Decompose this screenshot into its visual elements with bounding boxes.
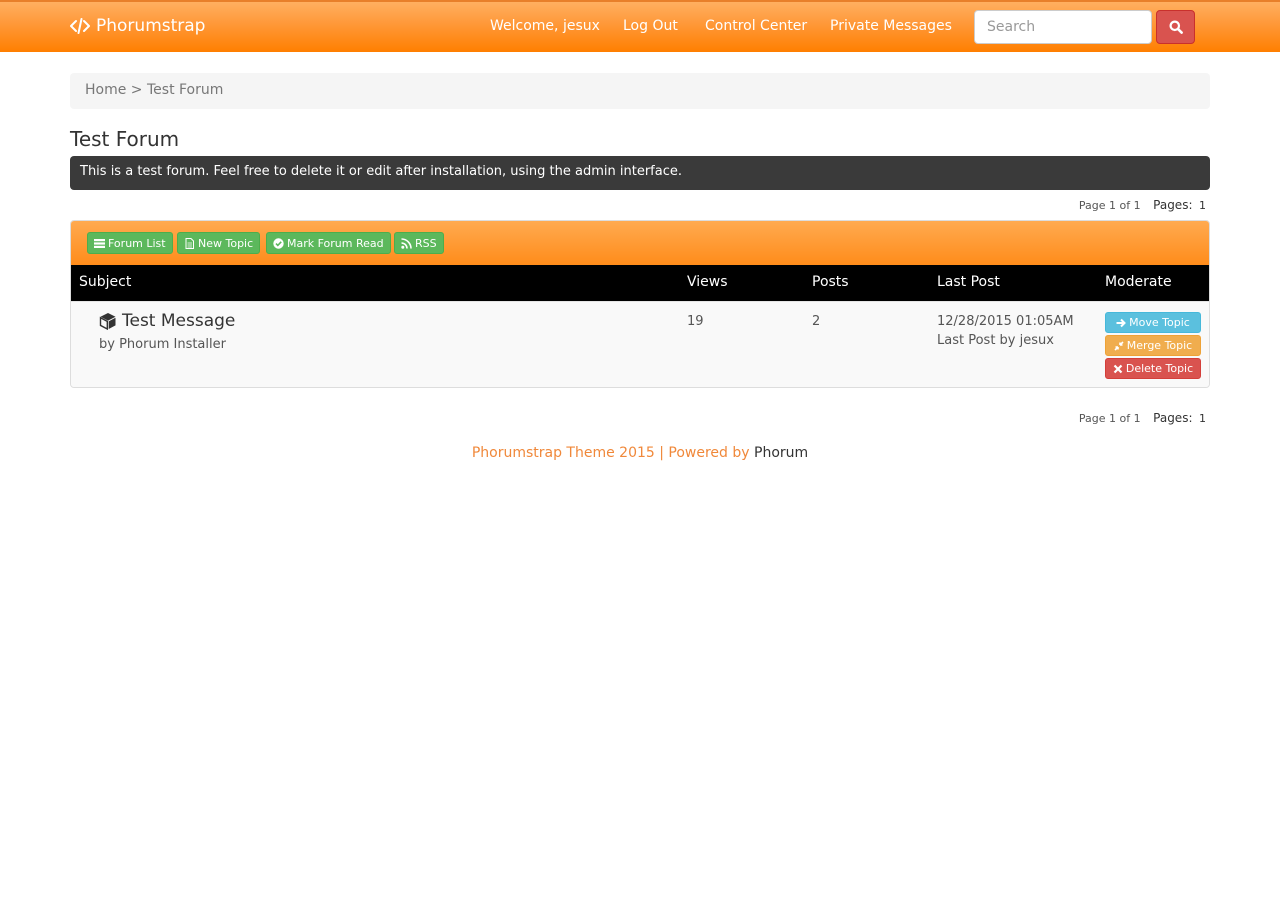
navbar: Phorumstrap Welcome, jesux Log Out Contr…	[0, 0, 1280, 52]
page-info: Page 1 of 1	[1078, 412, 1141, 425]
file-icon	[185, 237, 194, 249]
forum-list-button[interactable]: Forum List	[87, 232, 173, 254]
cube-icon	[99, 313, 116, 330]
mark-forum-read-button[interactable]: Mark Forum Read	[266, 232, 391, 254]
topic-link[interactable]: Test Message	[99, 311, 235, 331]
rss-icon	[401, 237, 412, 249]
brand-link[interactable]: Phorumstrap	[70, 16, 205, 36]
page-info: Page 1 of 1	[1078, 199, 1141, 212]
table-header: Subject Views Posts Last Post Moderate	[71, 265, 1209, 301]
footer: Phorumstrap Theme 2015 | Powered by Phor…	[0, 445, 1280, 461]
pages-label: Pages:	[1153, 198, 1193, 212]
header-views: Views	[687, 274, 728, 290]
phorum-link[interactable]: Phorum	[754, 445, 808, 461]
mark-forum-read-label: Mark Forum Read	[287, 236, 384, 250]
nav-private-messages-link[interactable]: Private Messages	[830, 18, 952, 34]
arrow-right-icon	[1116, 318, 1127, 327]
new-topic-button[interactable]: New Topic	[177, 232, 261, 254]
new-topic-label: New Topic	[198, 236, 254, 250]
nav-logout-link[interactable]: Log Out	[623, 18, 678, 34]
merge-topic-label: Merge Topic	[1126, 339, 1193, 352]
topic-list-panel: Forum List New Topic Mark Forum Read RSS	[70, 220, 1210, 388]
header-last-post: Last Post	[937, 274, 1000, 290]
page-number-link[interactable]: 1	[1199, 199, 1206, 212]
topic-title: Test Message	[122, 311, 236, 331]
merge-topic-button[interactable]: Merge Topic	[1105, 335, 1201, 356]
breadcrumb-separator: >	[126, 82, 147, 98]
topic-last-post-date: 12/28/2015 01:05AM	[937, 314, 1074, 329]
breadcrumb-current-link[interactable]: Test Forum	[147, 82, 223, 98]
topic-views: 19	[687, 314, 704, 329]
list-icon	[94, 238, 105, 248]
rss-button[interactable]: RSS	[394, 232, 444, 254]
nav-welcome-link[interactable]: Welcome, jesux	[490, 18, 600, 34]
compress-icon	[1114, 340, 1124, 351]
pager-top: Page 1 of 1 Pages: 1	[1079, 198, 1206, 212]
page-title: Test Forum	[70, 127, 180, 151]
delete-topic-label: Delete Topic	[1125, 362, 1194, 375]
move-topic-label: Move Topic	[1129, 316, 1190, 329]
brand-name: Phorumstrap	[96, 16, 206, 36]
footer-theme-text: Phorumstrap Theme 2015 | Powered by	[471, 445, 755, 461]
header-posts: Posts	[812, 274, 849, 290]
nav-control-center-link[interactable]: Control Center	[705, 18, 807, 34]
forum-list-label: Forum List	[108, 236, 166, 250]
panel-toolbar: Forum List New Topic Mark Forum Read RSS	[71, 221, 1209, 265]
pages-label: Pages:	[1153, 411, 1193, 425]
move-topic-button[interactable]: Move Topic	[1105, 312, 1201, 333]
topic-last-post-by: Last Post by jesux	[937, 333, 1054, 348]
page-number-link[interactable]: 1	[1199, 412, 1206, 425]
table-row: Test Message by Phorum Installer 19 2 12…	[71, 301, 1209, 387]
header-subject: Subject	[79, 274, 132, 290]
delete-topic-button[interactable]: Delete Topic	[1105, 358, 1201, 379]
breadcrumb-home-link[interactable]: Home	[85, 82, 126, 98]
pager-bottom: Page 1 of 1 Pages: 1	[1079, 411, 1206, 425]
search-input[interactable]	[974, 10, 1152, 44]
header-moderate: Moderate	[1105, 274, 1172, 290]
search-icon	[1169, 20, 1183, 34]
code-icon	[70, 18, 90, 34]
breadcrumb: Home > Test Forum	[70, 73, 1210, 109]
topic-posts: 2	[812, 314, 821, 329]
close-icon	[1113, 364, 1123, 373]
topic-author: by Phorum Installer	[99, 337, 226, 352]
rss-label: RSS	[415, 236, 437, 250]
check-circle-icon	[273, 237, 284, 249]
search-button[interactable]	[1156, 10, 1195, 44]
forum-description: This is a test forum. Feel free to delet…	[70, 156, 1210, 190]
